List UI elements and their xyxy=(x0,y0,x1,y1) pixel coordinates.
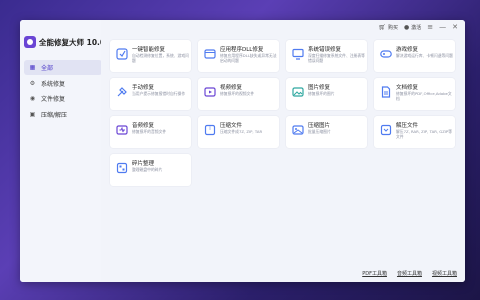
card-title: 图片修复 xyxy=(308,85,331,91)
card-desc: 修复损坏的PDF,Office,Adobe文档 xyxy=(396,91,452,101)
card-desc: 自动检测修复位置，系统、游戏问题 xyxy=(132,53,189,63)
activate-button[interactable]: ● 激活 xyxy=(404,24,421,31)
card-desc: 修复损坏的图片 xyxy=(308,91,335,96)
card-title: 压缩图片 xyxy=(308,123,331,129)
app-window: 全能修复大师 10.0.0 ▦ 全部 ⚙ 系统修复 ◉ 文件修复 ▣ 压缩/解压… xyxy=(20,20,465,282)
image-icon xyxy=(292,87,304,97)
sidebar-item-label: 文件修复 xyxy=(41,96,66,103)
app-logo-icon xyxy=(24,36,36,48)
manual-repair-icon xyxy=(117,87,127,97)
compress-icon xyxy=(204,124,216,136)
card-title: 应用程序DLL修复 xyxy=(220,47,264,53)
compress-image-icon xyxy=(292,125,304,135)
card-title: 音频修复 xyxy=(132,123,155,129)
card-title: 压缩文件 xyxy=(220,123,243,129)
dll-icon xyxy=(204,49,216,59)
title-bar: 🛒︎ 购买 ● 激活 ≡ — ✕ xyxy=(378,24,458,32)
card-video-repair[interactable]: 视频修复 修复损坏的视频文件 xyxy=(198,78,279,110)
gamepad-icon xyxy=(380,50,392,58)
footer-links: PDF工具箱 音频工具箱 视频工具箱 xyxy=(362,270,457,277)
sidebar-item-label: 全部 xyxy=(41,65,54,72)
card-manual-repair[interactable]: 手动修复 当用户提示修复报错时自行操作 xyxy=(110,78,191,110)
card-image-repair[interactable]: 图片修复 修复损坏的图片 xyxy=(286,78,367,110)
card-desc: 整理磁盘中的碎片 xyxy=(132,167,163,172)
card-smart-repair[interactable]: 一键智能修复 自动检测修复位置，系统、游戏问题 xyxy=(110,40,191,72)
card-title: 文档修复 xyxy=(396,85,419,91)
apps-icon: ▦ xyxy=(29,64,36,71)
sidebar-item-system-repair[interactable]: ⚙ 系统修复 xyxy=(24,76,102,91)
card-extract-files[interactable]: 解压文件 解压7Z, RAR, ZIP, TAR, GZIP等文件 xyxy=(374,116,455,148)
card-dll-repair[interactable]: 应用程序DLL修复 修复应用程序DLL缺失或异常无法启动的问题 xyxy=(198,40,279,72)
sidebar-item-archive[interactable]: ▣ 压缩/解压 xyxy=(24,107,102,122)
card-title: 一键智能修复 xyxy=(132,47,166,53)
card-title: 手动修复 xyxy=(132,85,155,91)
card-system-error-repair[interactable]: 系统错误修复 深度扫描修复系统文件、注册表等错误问题 xyxy=(286,40,367,72)
audio-toolbox-link[interactable]: 音频工具箱 xyxy=(397,270,422,277)
card-desc: 深度扫描修复系统文件、注册表等错误问题 xyxy=(308,53,365,63)
buy-label: 购买 xyxy=(387,25,398,31)
document-icon xyxy=(381,86,391,98)
repair-icon xyxy=(116,48,128,60)
card-desc: 批量压缩图片 xyxy=(308,129,331,134)
system-icon: ⚙ xyxy=(29,79,36,87)
defrag-icon xyxy=(116,162,128,174)
card-desc: 修复应用程序DLL缺失或异常无法启动的问题 xyxy=(220,53,277,63)
cart-icon: 🛒︎ xyxy=(378,24,386,31)
sidebar-item-label: 压缩/解压 xyxy=(41,111,68,119)
sidebar-item-file-repair[interactable]: ◉ 文件修复 xyxy=(24,91,102,106)
pdf-toolbox-link[interactable]: PDF工具箱 xyxy=(362,270,387,277)
system-error-icon xyxy=(292,48,304,60)
card-compress-images[interactable]: 压缩图片 批量压缩图片 xyxy=(286,116,367,148)
card-desc: 解压7Z, RAR, ZIP, TAR, GZIP等文件 xyxy=(396,129,453,139)
card-desc: 修复损坏的视频文件 xyxy=(220,91,255,96)
sidebar-nav: ▦ 全部 ⚙ 系统修复 ◉ 文件修复 ▣ 压缩/解压 xyxy=(24,60,102,122)
main-panel: 🛒︎ 购买 ● 激活 ≡ — ✕ 一键智能修复 自动检测修复位置，系统、游戏问题… xyxy=(101,20,465,282)
card-title: 系统错误修复 xyxy=(308,47,342,53)
card-title: 视频修复 xyxy=(220,85,243,91)
close-icon[interactable]: ✕ xyxy=(452,24,458,31)
card-title: 解压文件 xyxy=(396,123,419,129)
user-icon: ● xyxy=(403,24,410,31)
card-desc: 解决游戏运行库、卡顿闪退等问题 xyxy=(396,53,453,58)
sidebar-item-label: 系统修复 xyxy=(41,80,66,88)
audio-icon xyxy=(116,125,128,135)
menu-icon[interactable]: ≡ xyxy=(427,24,433,31)
card-title: 游戏修复 xyxy=(396,47,419,53)
video-toolbox-link[interactable]: 视频工具箱 xyxy=(432,270,457,277)
video-icon xyxy=(204,87,216,97)
sidebar-item-all[interactable]: ▦ 全部 xyxy=(24,60,102,75)
card-desc: 压缩文件成7Z, ZIP, TAR xyxy=(220,129,263,134)
extract-icon xyxy=(380,124,392,136)
card-defrag[interactable]: 碎片整理 整理磁盘中的碎片 xyxy=(110,154,191,186)
activate-label: 激活 xyxy=(411,25,422,31)
card-audio-repair[interactable]: 音频修复 修复损坏的音频文件 xyxy=(110,116,191,148)
archive-icon: ▣ xyxy=(29,110,36,118)
card-desc: 当用户提示修复报错时自行操作 xyxy=(132,91,186,96)
card-title: 碎片整理 xyxy=(132,161,155,167)
buy-button[interactable]: 🛒︎ 购买 xyxy=(378,24,398,31)
card-desc: 修复损坏的音频文件 xyxy=(132,129,167,134)
file-icon: ◉ xyxy=(29,95,36,102)
card-document-repair[interactable]: 文档修复 修复损坏的PDF,Office,Adobe文档 xyxy=(374,78,455,110)
card-compress-files[interactable]: 压缩文件 压缩文件成7Z, ZIP, TAR xyxy=(198,116,279,148)
sidebar: 全能修复大师 10.0.0 ▦ 全部 ⚙ 系统修复 ◉ 文件修复 ▣ 压缩/解压 xyxy=(20,20,113,282)
card-game-repair[interactable]: 游戏修复 解决游戏运行库、卡顿闪退等问题 xyxy=(374,40,455,72)
minimize-icon[interactable]: — xyxy=(439,24,446,31)
